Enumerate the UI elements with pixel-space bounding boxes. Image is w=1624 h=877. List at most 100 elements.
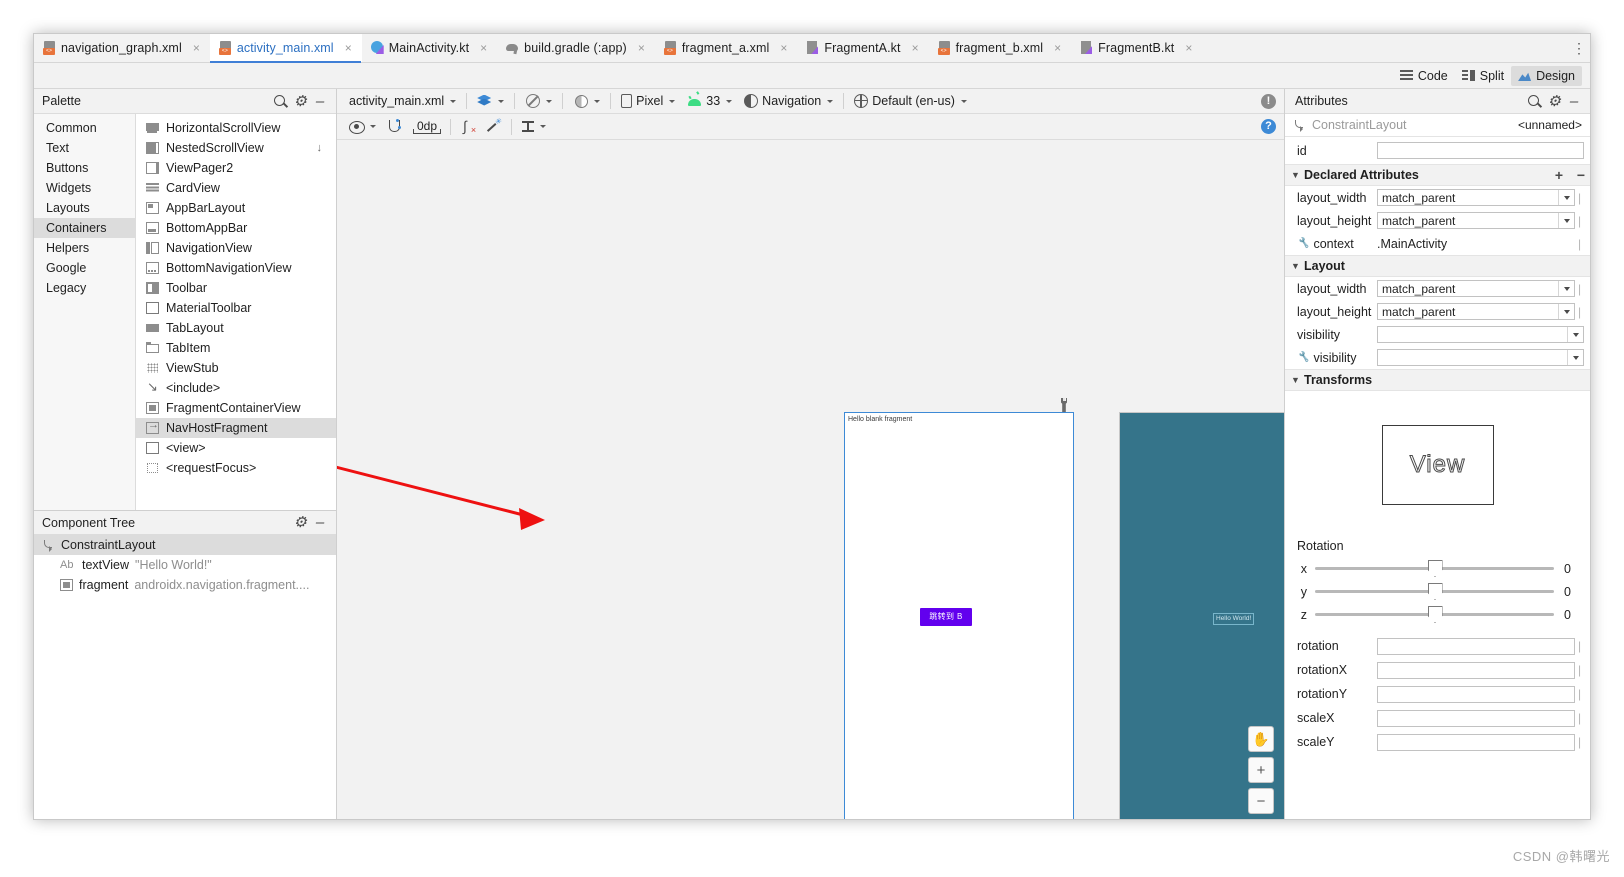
palette-item-cardview[interactable]: CardView [136, 178, 336, 198]
zoom-out-button[interactable]: − [1248, 788, 1274, 814]
slider-thumb[interactable] [1427, 583, 1443, 600]
tab-code[interactable]: Code [1393, 66, 1455, 86]
remove-attribute-button[interactable]: − [1572, 167, 1590, 183]
section-transforms[interactable]: ▼ Transforms [1285, 369, 1590, 391]
close-icon[interactable]: × [778, 41, 789, 55]
palette-search-button[interactable] [270, 91, 290, 111]
chevron-down-icon[interactable] [1567, 350, 1583, 365]
palette-category-common[interactable]: Common [34, 118, 135, 138]
editor-tab-navigation-graph[interactable]: navigation_graph.xml × [34, 34, 210, 62]
section-layout[interactable]: ▼ Layout [1285, 255, 1590, 277]
palette-category-text[interactable]: Text [34, 138, 135, 158]
palette-item-appbarlayout[interactable]: AppBarLayout [136, 198, 336, 218]
palette-category-buttons[interactable]: Buttons [34, 158, 135, 178]
palette-item-horizontalscrollview[interactable]: HorizontalScrollView [136, 118, 336, 138]
palette-item-navigationview[interactable]: NavigationView [136, 238, 336, 258]
component-tree-list[interactable]: ConstraintLayout Ab textView "Hello Worl… [34, 535, 336, 595]
close-icon[interactable]: × [636, 41, 647, 55]
tools-visibility-combobox[interactable] [1377, 349, 1584, 366]
download-icon[interactable]: ↓ [317, 142, 323, 154]
attributes-search-button[interactable] [1524, 91, 1544, 111]
attributes-scroll-area[interactable]: id ▼ Declared Attributes + − layout_widt… [1285, 137, 1590, 819]
design-canvas[interactable]: Hello blank fragment 跳转到 B Hello World! … [337, 140, 1284, 819]
orientation-button[interactable] [567, 91, 606, 111]
scaley-input[interactable] [1377, 733, 1575, 751]
rotation-z-slider[interactable] [1315, 606, 1554, 623]
layout-width-combobox[interactable]: match_parent [1377, 189, 1575, 206]
chevron-down-icon[interactable] [1558, 304, 1574, 319]
slider-thumb[interactable] [1427, 560, 1443, 577]
help-icon[interactable]: ? [1261, 119, 1276, 134]
baseline-align-button[interactable] [516, 117, 552, 137]
infer-constraints-button[interactable] [481, 117, 507, 137]
locale-dropdown[interactable]: Default (en-us) [848, 91, 973, 111]
tree-row-textview[interactable]: Ab textView "Hello World!" [34, 555, 336, 575]
rotation-input[interactable] [1377, 637, 1575, 655]
more-options-icon[interactable]: ⋮ [1568, 34, 1590, 62]
component-tree-settings-button[interactable] [290, 513, 310, 533]
scalex-input[interactable] [1377, 709, 1575, 727]
palette-item-bottomnavigationview[interactable]: BottomNavigationView [136, 258, 336, 278]
tree-row-fragment[interactable]: fragment androidx.navigation.fragment...… [34, 575, 336, 595]
autoconnect-button[interactable] [382, 117, 408, 137]
editor-tab-fragment-a-xml[interactable]: fragment_a.xml × [655, 34, 798, 62]
design-mode-button[interactable] [471, 91, 510, 111]
layout-height-combobox[interactable]: match_parent [1377, 303, 1575, 320]
tab-split[interactable]: Split [1455, 66, 1511, 86]
file-selector-dropdown[interactable]: activity_main.xml [343, 91, 462, 111]
chevron-down-icon[interactable] [1558, 190, 1574, 205]
palette-item-bottomappbar[interactable]: BottomAppBar [136, 218, 336, 238]
tree-row-constraintlayout[interactable]: ConstraintLayout [34, 535, 336, 555]
add-attribute-button[interactable]: + [1550, 167, 1568, 183]
chevron-down-icon[interactable] [1558, 281, 1574, 296]
theme-dropdown[interactable]: Navigation [738, 91, 839, 111]
palette-item-tablayout[interactable]: TabLayout [136, 318, 336, 338]
palette-item-toolbar[interactable]: Toolbar [136, 278, 336, 298]
palette-category-helpers[interactable]: Helpers [34, 238, 135, 258]
layout-width-combobox[interactable]: match_parent [1377, 280, 1575, 297]
attributes-minimize-button[interactable]: – [1564, 91, 1584, 111]
close-icon[interactable]: × [1183, 41, 1194, 55]
palette-category-widgets[interactable]: Widgets [34, 178, 135, 198]
palette-category-containers[interactable]: Containers [34, 218, 135, 238]
pan-tool-button[interactable]: ✋ [1248, 726, 1274, 752]
chevron-down-icon[interactable] [1558, 213, 1574, 228]
section-declared-attributes[interactable]: ▼ Declared Attributes + − [1285, 164, 1590, 186]
preview-a-navigate-button[interactable]: 跳转到 B [920, 608, 972, 626]
palette-item-list[interactable]: HorizontalScrollView NestedScrollView ↓ … [136, 114, 336, 510]
close-icon[interactable]: × [910, 41, 921, 55]
editor-tab-activity-main[interactable]: activity_main.xml × [209, 34, 362, 63]
palette-item-viewpager2[interactable]: ViewPager2 [136, 158, 336, 178]
palette-item-view[interactable]: <view> [136, 438, 336, 458]
editor-tab-main-activity[interactable]: MainActivity.kt × [362, 34, 497, 62]
rotationy-input[interactable] [1377, 685, 1575, 703]
editor-tab-fragment-b-kt[interactable]: FragmentB.kt × [1071, 34, 1202, 62]
editor-tab-fragment-a-kt[interactable]: FragmentA.kt × [797, 34, 928, 62]
slider-thumb[interactable] [1427, 606, 1443, 623]
chevron-down-icon[interactable] [1567, 327, 1583, 342]
palette-item-fragmentcontainerview[interactable]: FragmentContainerView [136, 398, 336, 418]
api-level-dropdown[interactable]: 33 [681, 91, 738, 111]
preview-b-textview[interactable]: Hello World! [1213, 613, 1255, 625]
clear-constraints-button[interactable] [455, 117, 481, 137]
layout-height-combobox[interactable]: match_parent [1377, 212, 1575, 229]
palette-item-nestedscrollview[interactable]: NestedScrollView ↓ [136, 138, 336, 158]
palette-settings-button[interactable] [290, 91, 310, 111]
palette-category-google[interactable]: Google [34, 258, 135, 278]
component-tree-minimize-button[interactable]: – [310, 513, 330, 533]
editor-tab-build-gradle[interactable]: build.gradle (:app) × [497, 34, 655, 62]
rotation-y-slider[interactable] [1315, 583, 1554, 600]
device-preview-a[interactable]: Hello blank fragment 跳转到 B [844, 412, 1074, 819]
warning-icon[interactable]: ! [1261, 93, 1276, 109]
rotation-x-slider[interactable] [1315, 560, 1554, 577]
palette-item-tabitem[interactable]: TabItem [136, 338, 336, 358]
palette-item-viewstub[interactable]: ViewStub [136, 358, 336, 378]
palette-item-requestfocus[interactable]: <requestFocus> [136, 458, 336, 478]
close-icon[interactable]: × [1052, 41, 1063, 55]
rotationx-input[interactable] [1377, 661, 1575, 679]
close-icon[interactable]: × [343, 41, 354, 55]
blueprint-toggle-button[interactable] [519, 91, 558, 111]
palette-item-materialtoolbar[interactable]: MaterialToolbar [136, 298, 336, 318]
close-icon[interactable]: × [478, 41, 489, 55]
attribute-value-context[interactable]: .MainActivity [1377, 237, 1575, 251]
